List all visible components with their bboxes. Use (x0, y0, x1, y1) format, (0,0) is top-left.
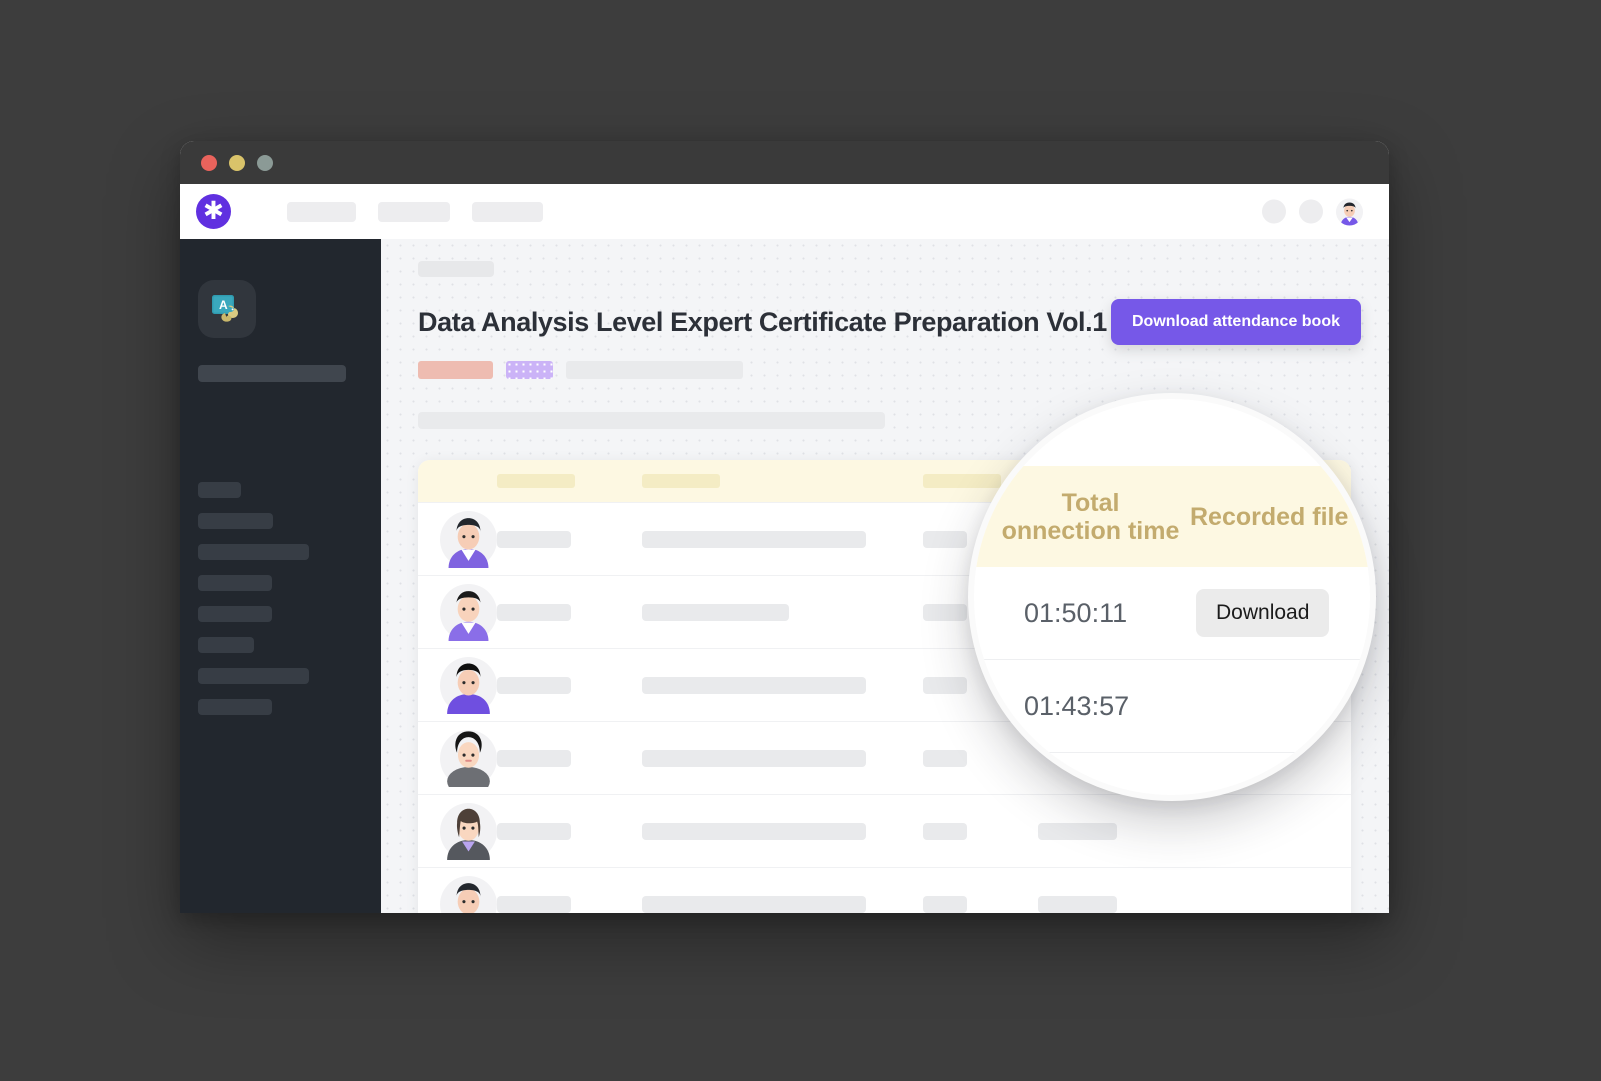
cell-email (642, 749, 866, 767)
sidebar-item-1[interactable] (198, 482, 241, 498)
page-title: Data Analysis Level Expert Certificate P… (418, 306, 1107, 337)
download-recording-button[interactable]: Download (1196, 589, 1330, 637)
cell-status (923, 822, 967, 840)
top-nav-actions (1262, 198, 1363, 225)
magnified-table-header: Total onnection time Recorded file (974, 466, 1370, 567)
sidebar-menu (198, 482, 363, 715)
sidebar-course-title-placeholder (198, 365, 346, 382)
sidebar: A (180, 239, 381, 913)
avatar[interactable] (1336, 198, 1363, 225)
description-placeholder (418, 412, 885, 429)
cell-extra (1038, 895, 1117, 913)
header-line-1: Total (1061, 488, 1120, 517)
nav-item-placeholder-3[interactable] (472, 201, 543, 222)
sidebar-item-3[interactable] (198, 544, 309, 560)
circle-placeholder-icon-2[interactable] (1299, 199, 1323, 224)
sidebar-item-5[interactable] (198, 606, 272, 622)
table-row[interactable] (418, 794, 1351, 867)
cell-extra (1038, 822, 1117, 840)
svg-text:A: A (219, 298, 228, 312)
minimize-window-button[interactable] (229, 154, 245, 171)
top-navigation-bar: ✱ (180, 184, 1389, 239)
sidebar-item-7[interactable] (198, 668, 309, 684)
course-thumbnail-icon[interactable]: A (198, 280, 256, 338)
cell-email (642, 530, 866, 548)
circle-placeholder-icon-1[interactable] (1262, 199, 1286, 224)
column-header-recorded-file: Recorded file (1190, 502, 1349, 531)
tag-gray (566, 361, 743, 379)
sidebar-item-2[interactable] (198, 513, 273, 529)
header-line-2: onnection time (1001, 516, 1180, 545)
tag-purple (506, 361, 553, 379)
breadcrumb (418, 261, 494, 277)
cell-name (497, 603, 571, 621)
page-header: Data Analysis Level Expert Certificate P… (418, 299, 1361, 345)
nav-item-placeholder-2[interactable] (378, 201, 450, 222)
cell-email (642, 822, 866, 840)
tag-pink (418, 361, 493, 379)
cell-status (923, 895, 967, 913)
magnified-table-row: 01:50:11 Download (974, 567, 1370, 660)
nav-item-placeholder-1[interactable] (287, 201, 356, 222)
download-attendance-book-button[interactable]: Download attendance book (1110, 299, 1361, 345)
sidebar-item-4[interactable] (198, 575, 272, 591)
window-titlebar (180, 141, 1389, 184)
magnifier-lens: Total onnection time Recorded file 01:50… (968, 393, 1376, 801)
table-header-placeholder-2 (642, 474, 720, 488)
total-connection-time-value: 01:50:11 (1024, 597, 1128, 628)
cell-email (642, 676, 866, 694)
sidebar-item-8[interactable] (198, 699, 272, 715)
cell-name (497, 822, 571, 840)
asterisk-logo-icon[interactable]: ✱ (196, 194, 231, 229)
cell-email (642, 895, 866, 913)
column-header-total-connection-time: Total onnection time (993, 489, 1188, 545)
avatar (440, 583, 497, 641)
avatar (440, 802, 497, 860)
maximize-window-button[interactable] (257, 154, 273, 171)
tag-row (418, 361, 1361, 379)
avatar (440, 656, 497, 714)
total-connection-time-value: 01:43:57 (1024, 690, 1130, 721)
magnified-table-row: 01:43:57 (974, 660, 1370, 753)
table-row[interactable] (418, 867, 1351, 913)
sidebar-item-6[interactable] (198, 637, 254, 653)
cell-name (497, 749, 571, 767)
close-window-button[interactable] (201, 154, 217, 171)
cell-status (923, 530, 967, 548)
table-header-placeholder-1 (497, 474, 575, 488)
cell-status (923, 749, 967, 767)
cell-email (642, 603, 789, 621)
avatar (440, 875, 497, 913)
avatar (440, 510, 497, 568)
cell-name (497, 530, 571, 548)
cell-status (923, 676, 967, 694)
avatar (440, 729, 497, 787)
nav-links (287, 201, 543, 222)
cell-name (497, 895, 571, 913)
cell-name (497, 676, 571, 694)
cell-status (923, 603, 967, 621)
